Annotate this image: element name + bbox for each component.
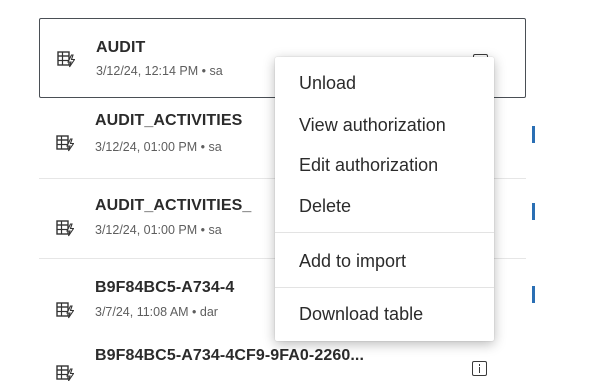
menu-item-unload[interactable]: Unload xyxy=(299,73,356,94)
row-action-edge xyxy=(532,286,535,303)
table-name: AUDIT_ACTIVITIES_ xyxy=(95,197,252,214)
table-name: AUDIT xyxy=(96,39,146,56)
menu-item-edit-authorization[interactable]: Edit authorization xyxy=(299,155,438,176)
menu-separator xyxy=(275,232,494,233)
table-name: B9F84BC5-A734-4 xyxy=(95,279,235,296)
table-meta: 3/12/24, 12:14 PM • sa xyxy=(96,64,223,78)
table-icon xyxy=(57,51,75,68)
table-icon xyxy=(56,302,74,319)
context-menu: Unload View authorization Edit authoriza… xyxy=(275,57,494,341)
row-action-edge xyxy=(532,203,535,220)
table-icon xyxy=(56,220,74,237)
menu-separator xyxy=(275,287,494,288)
table-row-b9f84bc5-2[interactable]: B9F84BC5-A734-4CF9-9FA0-2260... xyxy=(39,339,526,381)
table-meta: 3/12/24, 01:00 PM • sa xyxy=(95,140,222,154)
table-icon xyxy=(56,135,74,152)
menu-item-view-authorization[interactable]: View authorization xyxy=(299,115,446,136)
table-meta: 3/12/24, 01:00 PM • sa xyxy=(95,223,222,237)
table-name: B9F84BC5-A734-4CF9-9FA0-2260... xyxy=(95,347,364,364)
table-name: AUDIT_ACTIVITIES xyxy=(95,112,243,129)
table-meta: 3/7/24, 11:08 AM • dar xyxy=(95,305,218,319)
row-action-edge xyxy=(532,126,535,143)
info-icon[interactable] xyxy=(472,361,487,376)
table-icon xyxy=(56,365,74,381)
menu-item-delete[interactable]: Delete xyxy=(299,196,351,217)
menu-item-download-table[interactable]: Download table xyxy=(299,304,423,325)
menu-item-add-to-import[interactable]: Add to import xyxy=(299,251,406,272)
